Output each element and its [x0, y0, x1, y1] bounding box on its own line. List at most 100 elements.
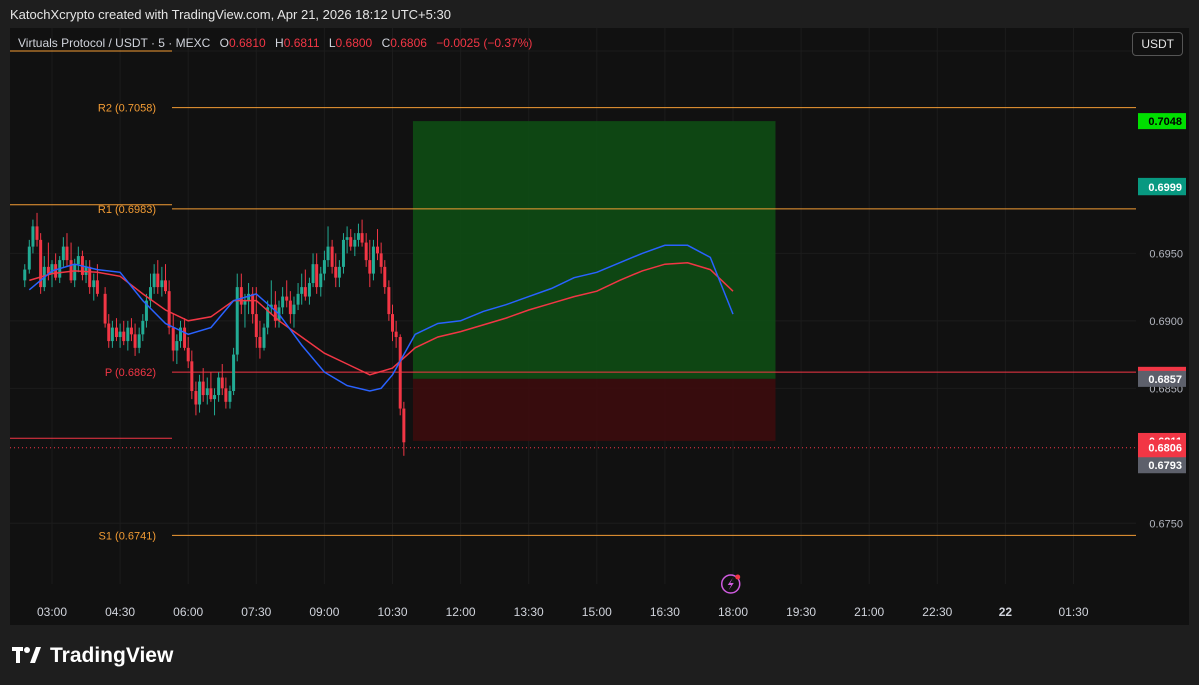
symbol-name: Virtuals Protocol / USDT · 5 · MEXC — [18, 36, 211, 50]
x-tick-label: 22:30 — [922, 605, 952, 619]
candle-body — [137, 334, 141, 348]
candle-body — [254, 314, 258, 338]
candle-body — [156, 273, 160, 288]
price-label: 0.7048 — [1148, 116, 1182, 128]
candle-body — [311, 264, 315, 284]
candle-body — [186, 347, 190, 362]
candle-body — [27, 246, 31, 270]
candle-body — [183, 327, 187, 348]
candle-body — [209, 388, 213, 400]
candle-body — [288, 300, 292, 315]
candle-body — [69, 260, 73, 281]
x-tick-label: 18:00 — [718, 605, 748, 619]
candle-body — [300, 287, 304, 294]
pivot-label: R2 (0.7058) — [98, 103, 156, 115]
target-zone — [412, 121, 776, 379]
candle-body — [330, 246, 334, 267]
candle-body — [126, 327, 130, 342]
candle-body — [175, 341, 179, 351]
candle-body — [292, 304, 296, 315]
x-tick-label: 22 — [999, 605, 1013, 619]
candle-body — [152, 273, 156, 288]
candle-body — [364, 242, 368, 261]
candle-body — [122, 331, 126, 342]
candle-body — [35, 226, 39, 240]
candle-body — [334, 266, 338, 278]
candle-body — [103, 293, 107, 324]
x-tick-label: 10:30 — [377, 605, 407, 619]
candle-body — [345, 237, 349, 240]
price-label: 0.6999 — [1148, 182, 1182, 194]
candle-body — [23, 269, 27, 281]
x-tick-label: 13:30 — [514, 605, 544, 619]
candle-body — [76, 256, 80, 265]
candle-body — [391, 314, 394, 332]
candle-body — [61, 246, 65, 261]
x-tick-label: 12:00 — [446, 605, 476, 619]
candle-body — [307, 283, 311, 297]
price-label: 0.6806 — [1148, 443, 1182, 455]
x-tick-label: 03:00 — [37, 605, 67, 619]
candle-body — [326, 246, 330, 261]
x-tick-label: 19:30 — [786, 605, 816, 619]
stop-zone — [412, 378, 776, 441]
tradingview-logo: TradingView — [12, 644, 173, 668]
candle-body — [387, 287, 391, 315]
candle-body — [349, 237, 353, 247]
candle-body — [107, 323, 111, 342]
candle-body — [232, 354, 236, 392]
close-label: C — [381, 36, 391, 50]
candle-body — [224, 388, 228, 402]
currency-button[interactable]: USDT — [1132, 32, 1183, 56]
close-value: 0.6806 — [390, 36, 427, 50]
candle-body — [171, 327, 175, 351]
pivot-label: P (0.6862) — [105, 367, 156, 379]
candle-body — [398, 337, 402, 409]
candle-body — [141, 320, 145, 335]
candle-body — [371, 246, 375, 274]
symbol-legend: Virtuals Protocol / USDT · 5 · MEXC O0.6… — [18, 36, 532, 50]
candle-body — [296, 293, 300, 305]
x-tick-label: 16:30 — [650, 605, 680, 619]
price-label: 0.6793 — [1148, 460, 1182, 472]
candle-body — [114, 327, 118, 338]
candle-body — [285, 296, 289, 301]
high-value: 0.6811 — [283, 36, 320, 50]
candle-body — [379, 253, 383, 267]
x-tick-label: 21:00 — [854, 605, 884, 619]
candle-body — [376, 246, 380, 254]
candle-body — [281, 296, 285, 308]
chart-frame[interactable]: R2 (0.7058) R1 (0.6983) P (0.6862) S1 (0.67… — [10, 28, 1189, 625]
candle-body — [262, 327, 266, 348]
candle-body — [356, 233, 360, 240]
candle-body — [368, 260, 372, 274]
candle-body — [118, 331, 122, 338]
candle-body — [92, 280, 96, 288]
x-tick-label: 07:30 — [241, 605, 271, 619]
candle-body — [31, 226, 35, 247]
candle-body — [167, 291, 171, 328]
candle-body — [258, 337, 262, 348]
low-label: L — [328, 36, 336, 50]
candle-body — [337, 266, 341, 278]
change-value: −0.0025 (−0.37%) — [436, 36, 533, 50]
chart-svg[interactable]: R2 (0.7058) R1 (0.6983) P (0.6862) S1 (0.67… — [10, 28, 1189, 625]
candle-body — [228, 391, 232, 402]
y-tick-label: 0.6950 — [1149, 248, 1183, 260]
x-tick-label: 01:30 — [1058, 605, 1088, 619]
low-value: 0.6800 — [335, 36, 373, 50]
candle-body — [402, 408, 406, 443]
y-tick-label: 0.6900 — [1149, 316, 1183, 328]
brand-name: TradingView — [50, 644, 174, 667]
candle-body — [88, 266, 92, 288]
candle-body — [341, 239, 345, 267]
candle-body — [220, 377, 224, 389]
candle-body — [353, 239, 357, 247]
candle-body — [319, 273, 323, 288]
candle-body — [235, 287, 239, 355]
tradingview-logo-icon — [12, 647, 41, 663]
x-tick-label: 15:00 — [582, 605, 612, 619]
x-tick-label: 04:30 — [105, 605, 135, 619]
candle-body — [201, 381, 205, 396]
x-tick-label: 09:00 — [309, 605, 339, 619]
